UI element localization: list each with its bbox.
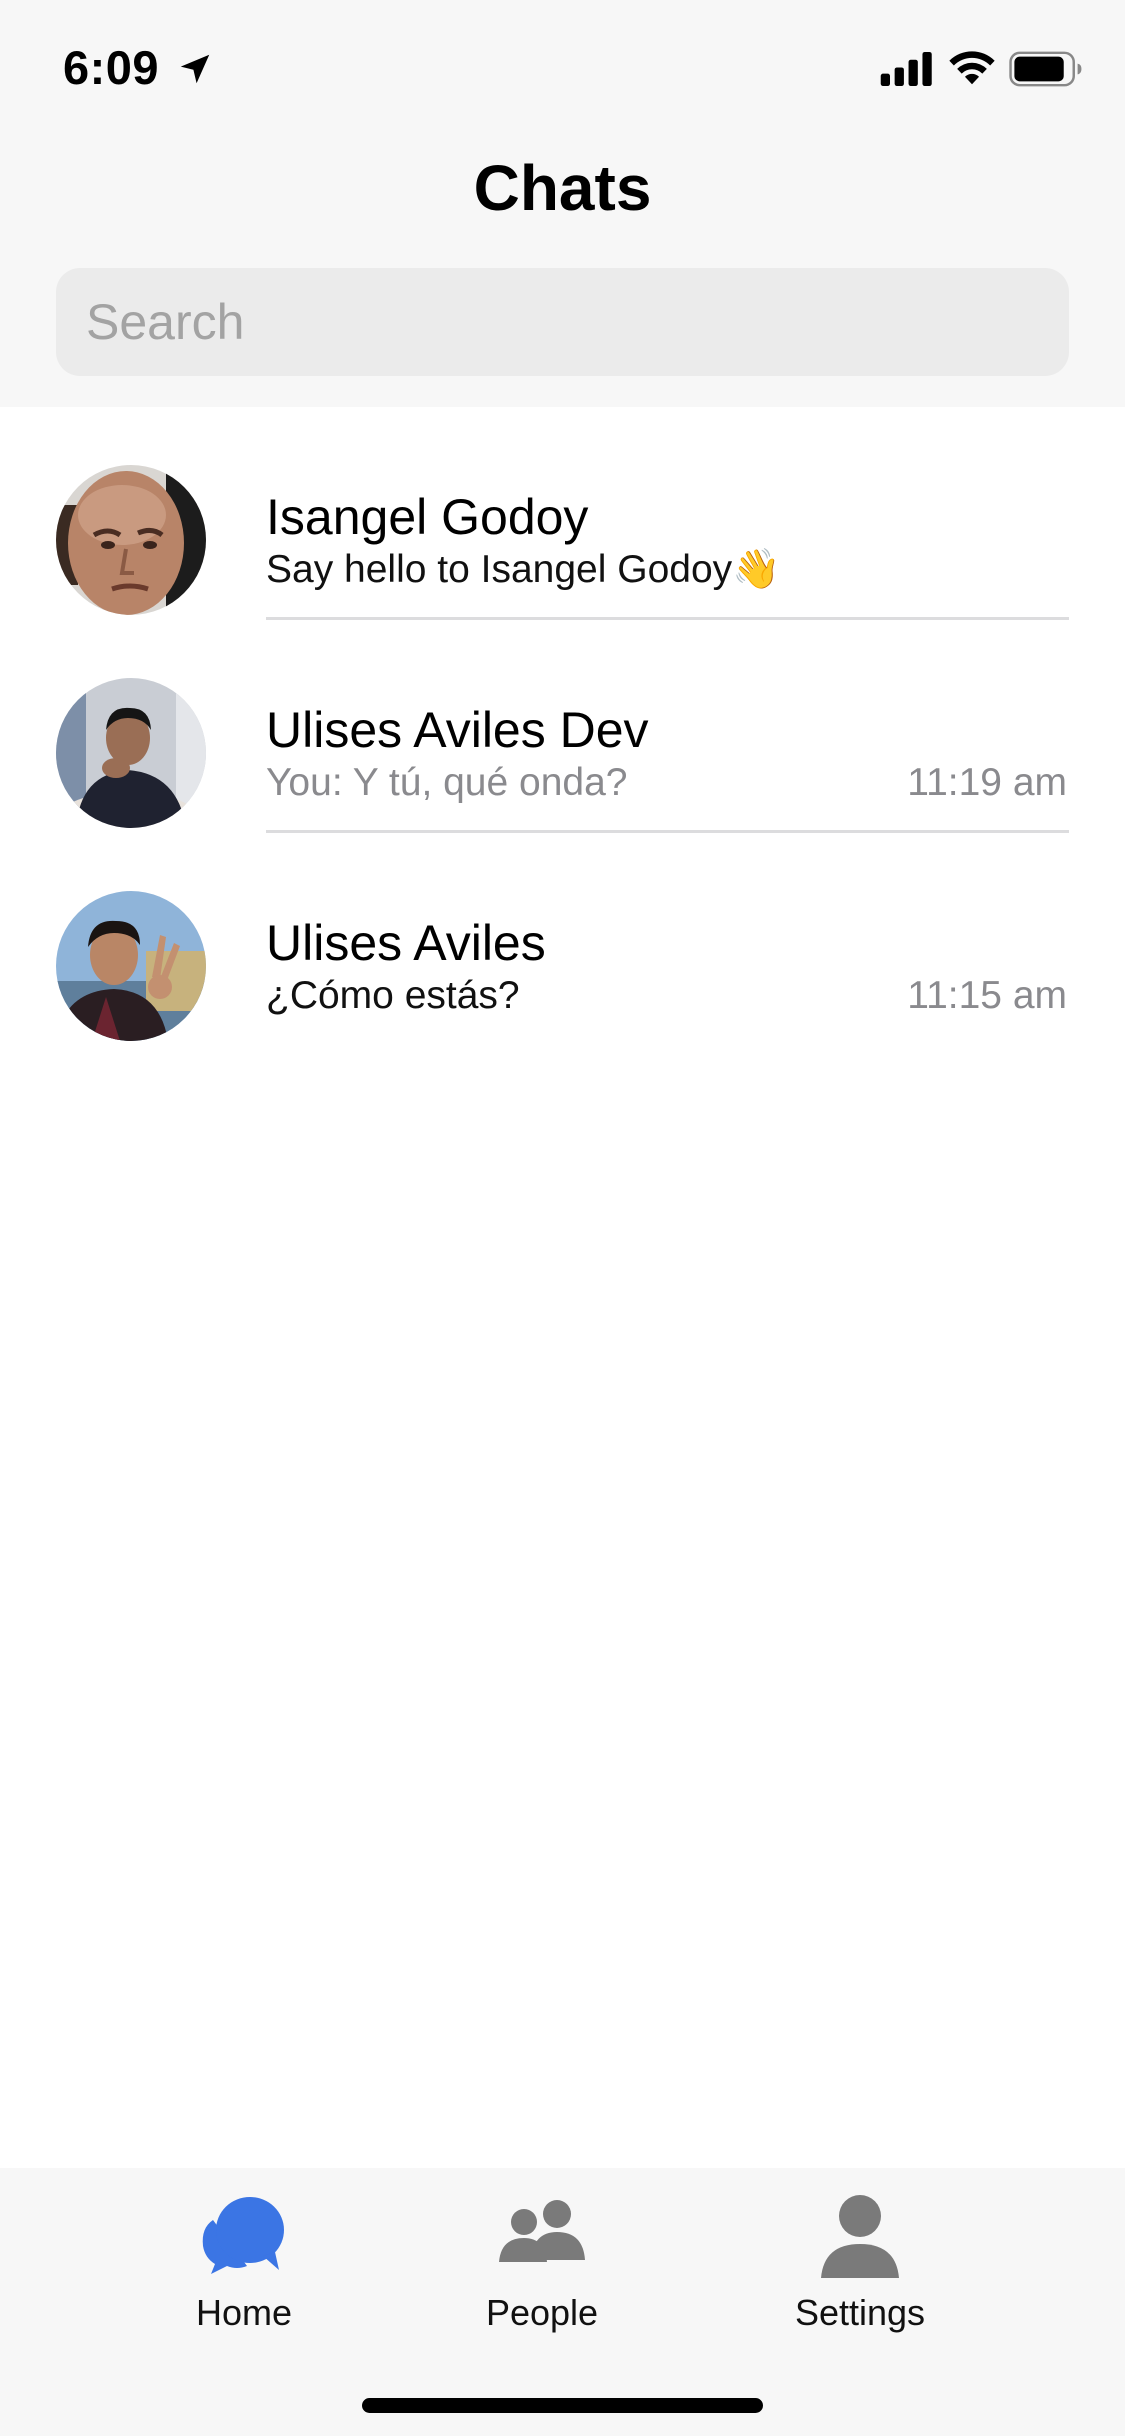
location-arrow-icon: [180, 54, 210, 84]
chat-time: 11:15 am: [907, 974, 1067, 1017]
avatar: [56, 891, 206, 1041]
wifi-icon: [949, 51, 995, 85]
chat-preview: ¿Cómo estás?: [266, 974, 520, 1017]
avatar: [56, 678, 206, 828]
tab-label: People: [485, 2292, 599, 2333]
person-icon: [821, 2195, 899, 2278]
chat-row[interactable]: Ulises Aviles ¿Cómo estás? 11:15 am: [0, 833, 1125, 1046]
page-title: Chats: [473, 152, 652, 224]
chat-row[interactable]: Isangel Godoy Say hello to Isangel Godoy…: [0, 407, 1125, 620]
chat-row[interactable]: Ulises Aviles Dev You: Y tú, qué onda? 1…: [0, 620, 1125, 833]
chat-preview: Say hello to Isangel Godoy👋: [266, 548, 781, 591]
tab-home[interactable]: Home: [144, 2168, 344, 2358]
header-area: 6:09 Chats: [0, 0, 1125, 407]
search-bar[interactable]: [56, 268, 1069, 376]
battery-icon: [1009, 51, 1082, 87]
chats-screen: 6:09 Chats Search Isangel Godoy Say hell…: [0, 0, 1125, 2436]
avatar: [56, 465, 206, 615]
cellular-signal-icon: [880, 52, 932, 86]
people-icon: [499, 2200, 585, 2262]
chat-list: Isangel Godoy Say hello to Isangel Godoy…: [0, 407, 1125, 1046]
status-time: 6:09: [63, 41, 160, 94]
tab-settings[interactable]: Settings: [760, 2168, 960, 2358]
tab-people[interactable]: People: [442, 2168, 642, 2358]
chat-time: 11:19 am: [907, 761, 1067, 804]
tab-label: Home: [195, 2292, 293, 2333]
search-input[interactable]: [86, 268, 1046, 376]
tab-label: Settings: [794, 2292, 926, 2333]
home-indicator: [362, 2398, 763, 2413]
chat-name: Isangel Godoy: [266, 489, 589, 545]
chat-name: Ulises Aviles: [266, 915, 546, 971]
chat-name: Ulises Aviles Dev: [266, 702, 649, 758]
tab-bar: Home People Settings: [0, 2168, 1125, 2436]
chat-preview: You: Y tú, qué onda?: [266, 761, 628, 804]
chat-bubbles-icon: [202, 2197, 284, 2274]
